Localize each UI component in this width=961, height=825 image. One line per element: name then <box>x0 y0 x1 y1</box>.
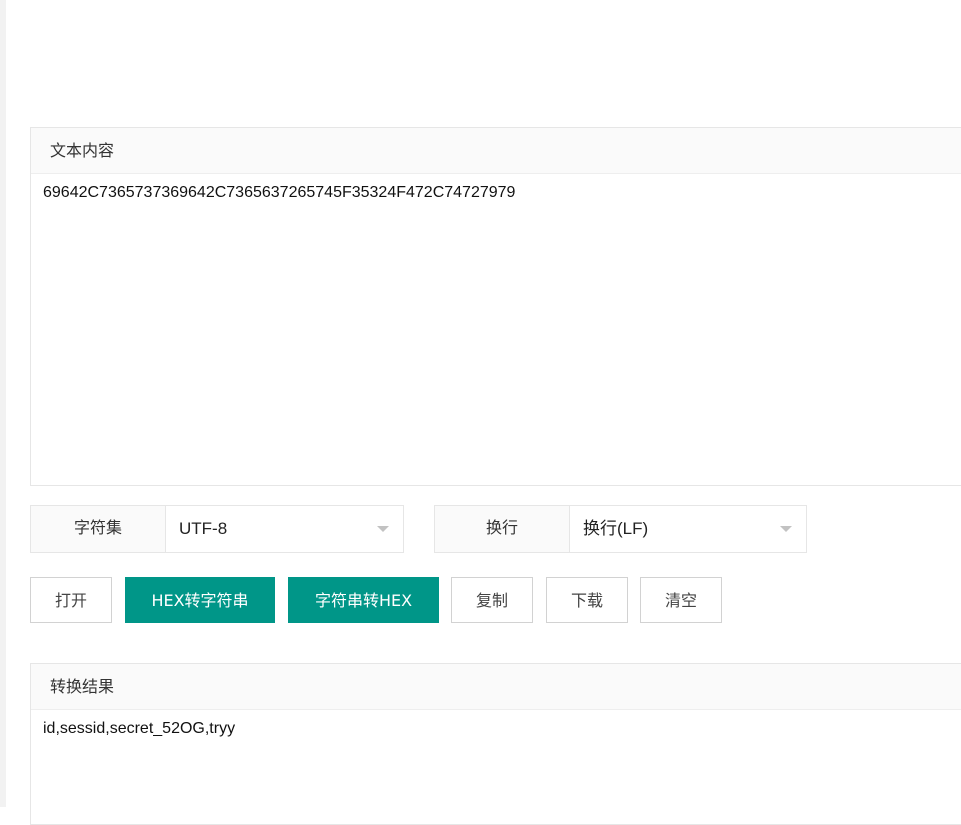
hex-to-string-button[interactable]: HEX转字符串 <box>125 577 275 623</box>
text-content-textarea[interactable]: 69642C7365737369642C7365637265745F35324F… <box>31 174 961 484</box>
open-button[interactable]: 打开 <box>30 577 112 623</box>
charset-value: UTF-8 <box>179 519 228 538</box>
result-panel: 转换结果 id,sessid,secret_52OG,tryy <box>30 663 961 825</box>
chevron-down-icon <box>377 526 389 532</box>
result-textarea[interactable]: id,sessid,secret_52OG,tryy <box>31 710 961 748</box>
copy-button[interactable]: 复制 <box>451 577 533 623</box>
text-content-header: 文本内容 <box>31 128 961 174</box>
page-left-border <box>0 0 6 807</box>
charset-select[interactable]: UTF-8 <box>166 506 403 552</box>
newline-select[interactable]: 换行(LF) <box>570 506 806 552</box>
string-to-hex-button[interactable]: 字符串转HEX <box>288 577 439 623</box>
download-button[interactable]: 下载 <box>546 577 628 623</box>
charset-label: 字符集 <box>31 506 166 552</box>
newline-selector: 换行 换行(LF) <box>434 505 807 553</box>
charset-selector: 字符集 UTF-8 <box>30 505 404 553</box>
chevron-down-icon <box>780 526 792 532</box>
text-content-panel: 文本内容 69642C7365737369642C7365637265745F3… <box>30 127 961 486</box>
clear-button[interactable]: 清空 <box>640 577 722 623</box>
newline-value: 换行(LF) <box>583 519 649 538</box>
result-header: 转换结果 <box>31 664 961 710</box>
newline-label: 换行 <box>435 506 570 552</box>
